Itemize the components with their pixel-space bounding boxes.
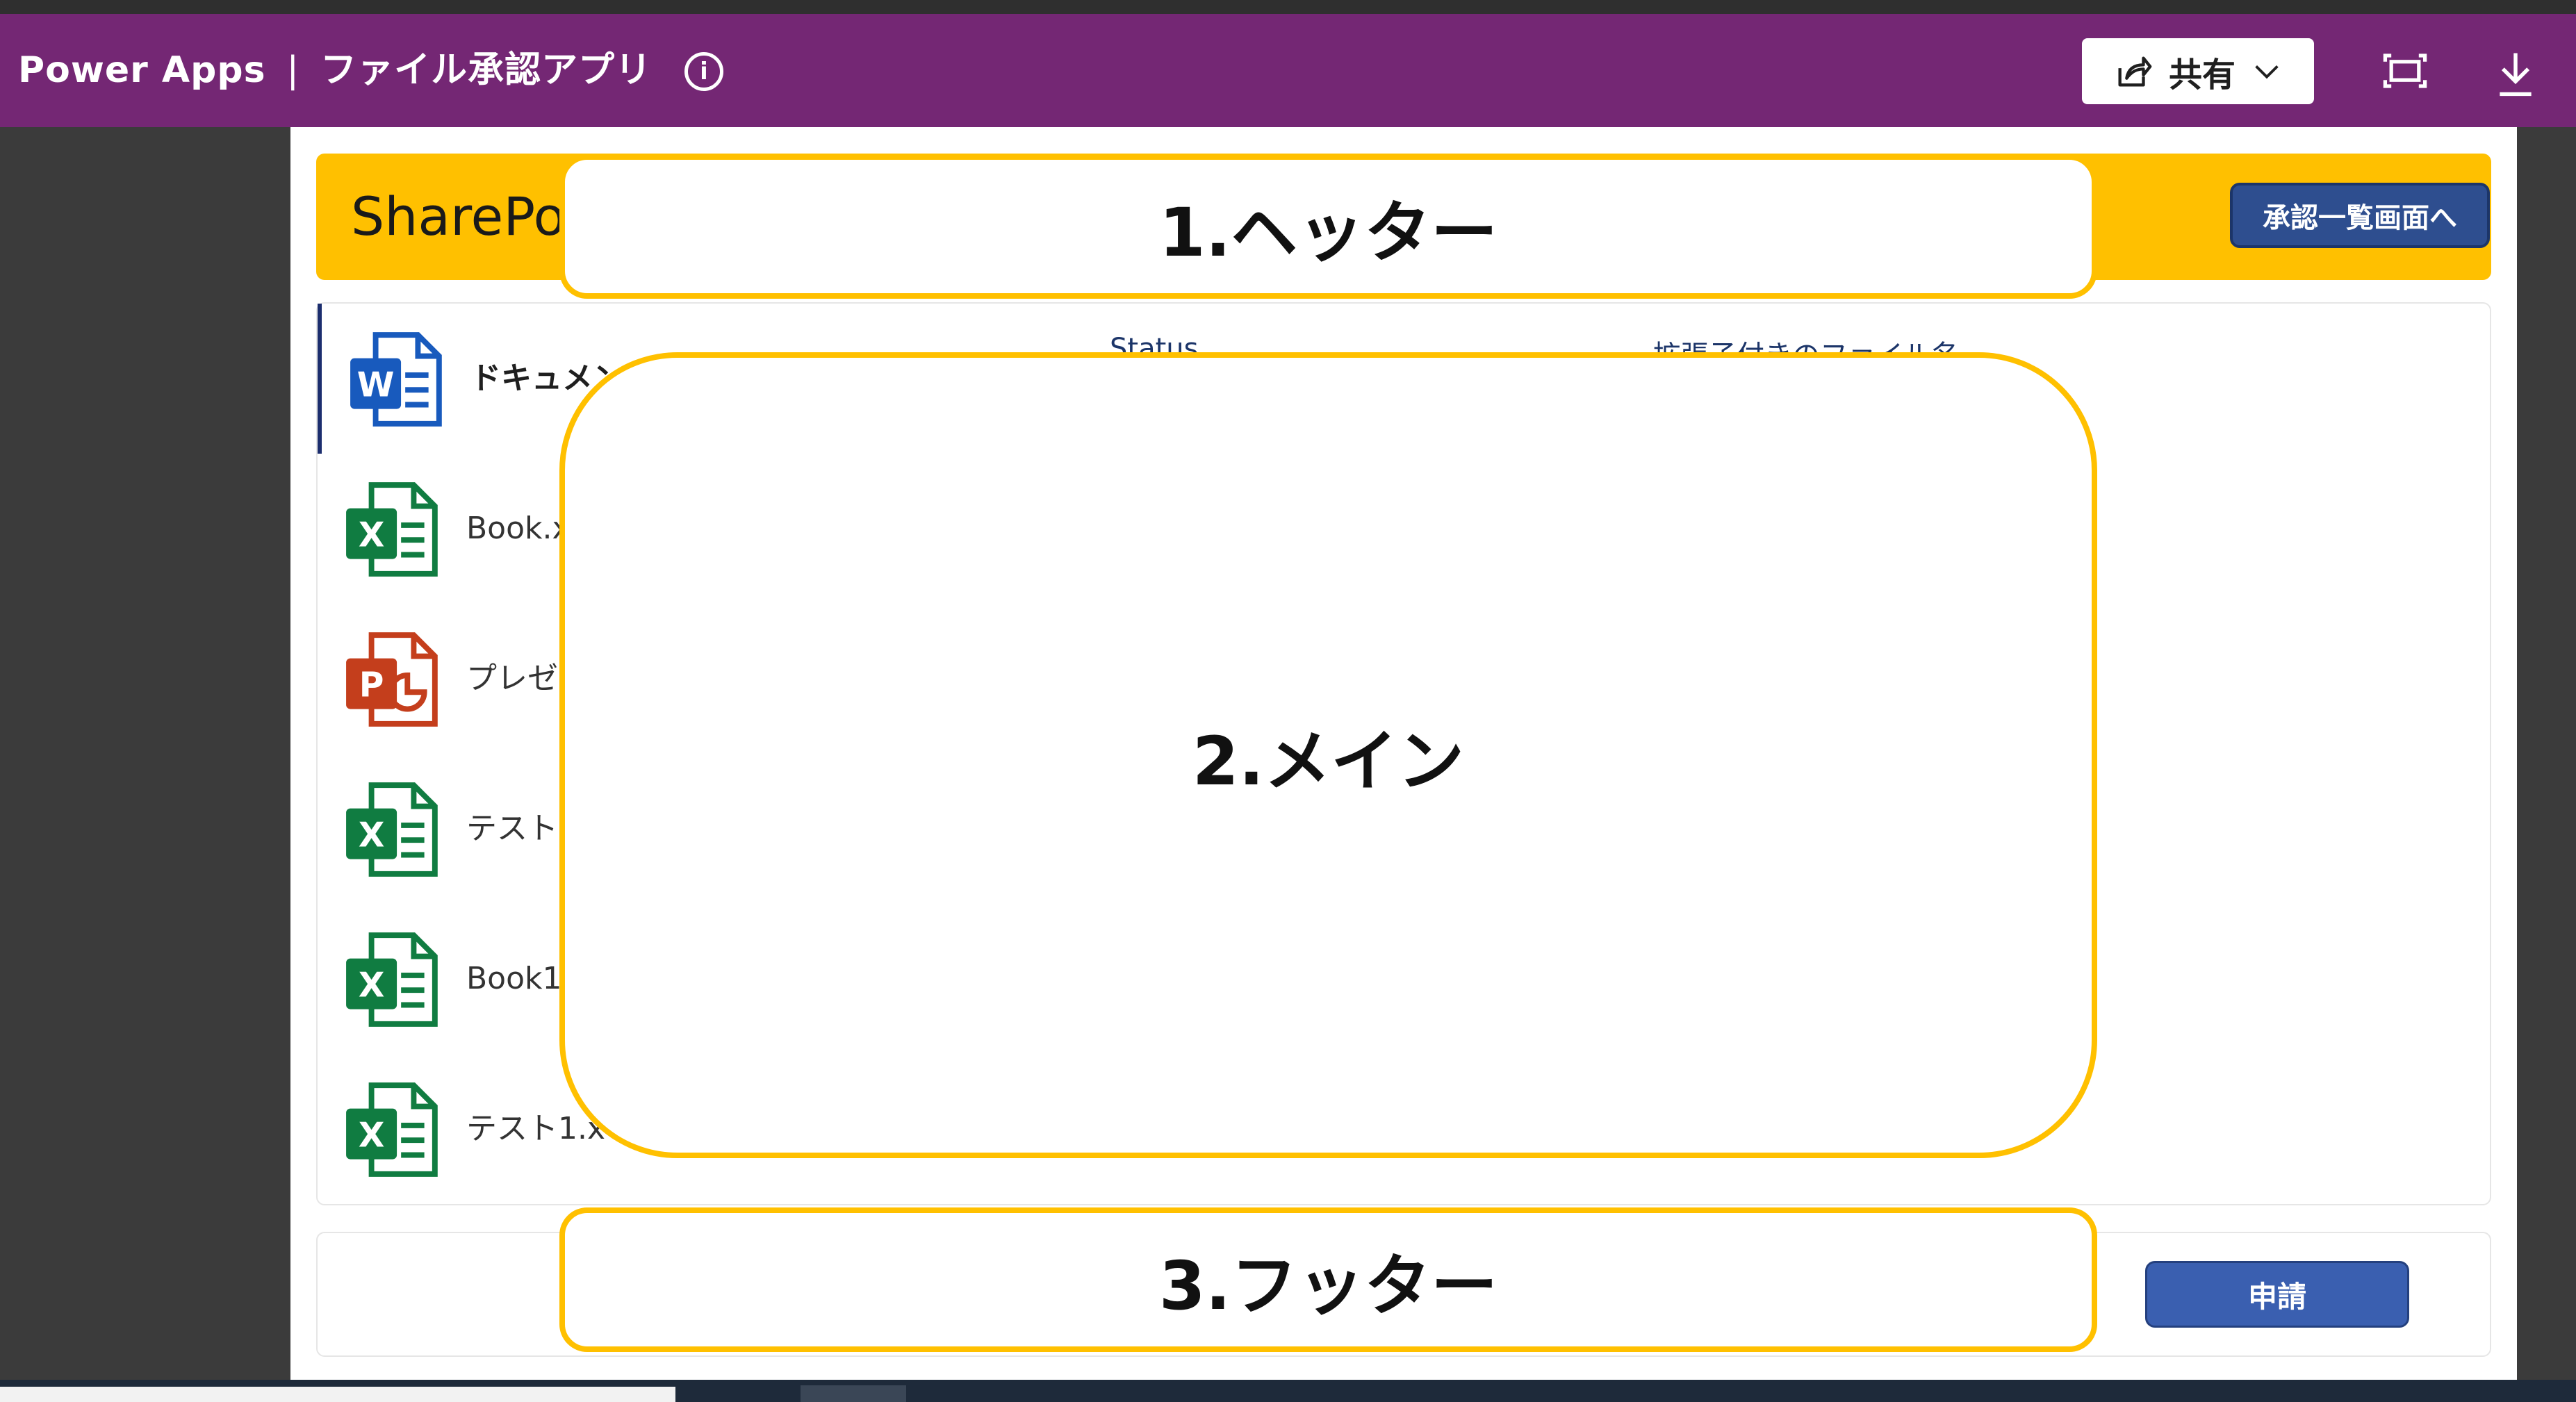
title-separator: | <box>286 49 300 91</box>
taskbar-window-thumbnail <box>0 1387 675 1402</box>
excel-file-icon: X <box>346 782 438 877</box>
word-file-icon: W <box>350 332 442 427</box>
taskbar <box>0 1380 2576 1402</box>
header-title: SharePoi <box>351 185 581 247</box>
approval-list-nav-button[interactable]: 承認一覧画面へ <box>2230 183 2490 248</box>
info-icon[interactable]: i <box>684 52 723 91</box>
share-label: 共有 <box>2168 55 2235 94</box>
svg-text:X: X <box>359 516 385 554</box>
svg-text:X: X <box>359 966 385 1005</box>
row-file-name: Book.x <box>466 511 571 546</box>
app-title: Power Apps | ファイル承認アプリ <box>18 14 652 127</box>
app-title-bar: Power Apps | ファイル承認アプリ i 共有 <box>0 14 2576 127</box>
taskbar-item <box>801 1385 906 1402</box>
row-file-name: プレゼ <box>466 661 558 696</box>
annotation-main: 2.メイン <box>559 352 2097 1158</box>
row-file-name: テスト <box>466 811 558 846</box>
svg-text:P: P <box>359 666 384 704</box>
powerpoint-file-icon: P <box>346 632 438 727</box>
row-file-name: Book1 <box>466 961 562 996</box>
window-top-strip <box>0 0 2576 14</box>
svg-text:W: W <box>357 365 395 404</box>
svg-text:X: X <box>359 816 385 855</box>
svg-text:X: X <box>359 1116 385 1155</box>
fit-to-window-icon[interactable] <box>2382 50 2428 92</box>
share-icon <box>2118 56 2152 87</box>
excel-file-icon: X <box>346 482 438 577</box>
excel-file-icon: X <box>346 932 438 1027</box>
excel-file-icon: X <box>346 1082 438 1177</box>
app-title-text: ファイル承認アプリ <box>320 49 653 91</box>
download-icon[interactable] <box>2496 50 2535 97</box>
submit-button[interactable]: 申請 <box>2145 1261 2409 1328</box>
annotation-header: 1.ヘッター <box>559 154 2097 299</box>
annotation-footer: 3.フッター <box>559 1207 2097 1352</box>
share-button[interactable]: 共有 <box>2082 38 2314 104</box>
chevron-down-icon <box>2255 65 2279 79</box>
app-name: Power Apps <box>18 49 266 91</box>
